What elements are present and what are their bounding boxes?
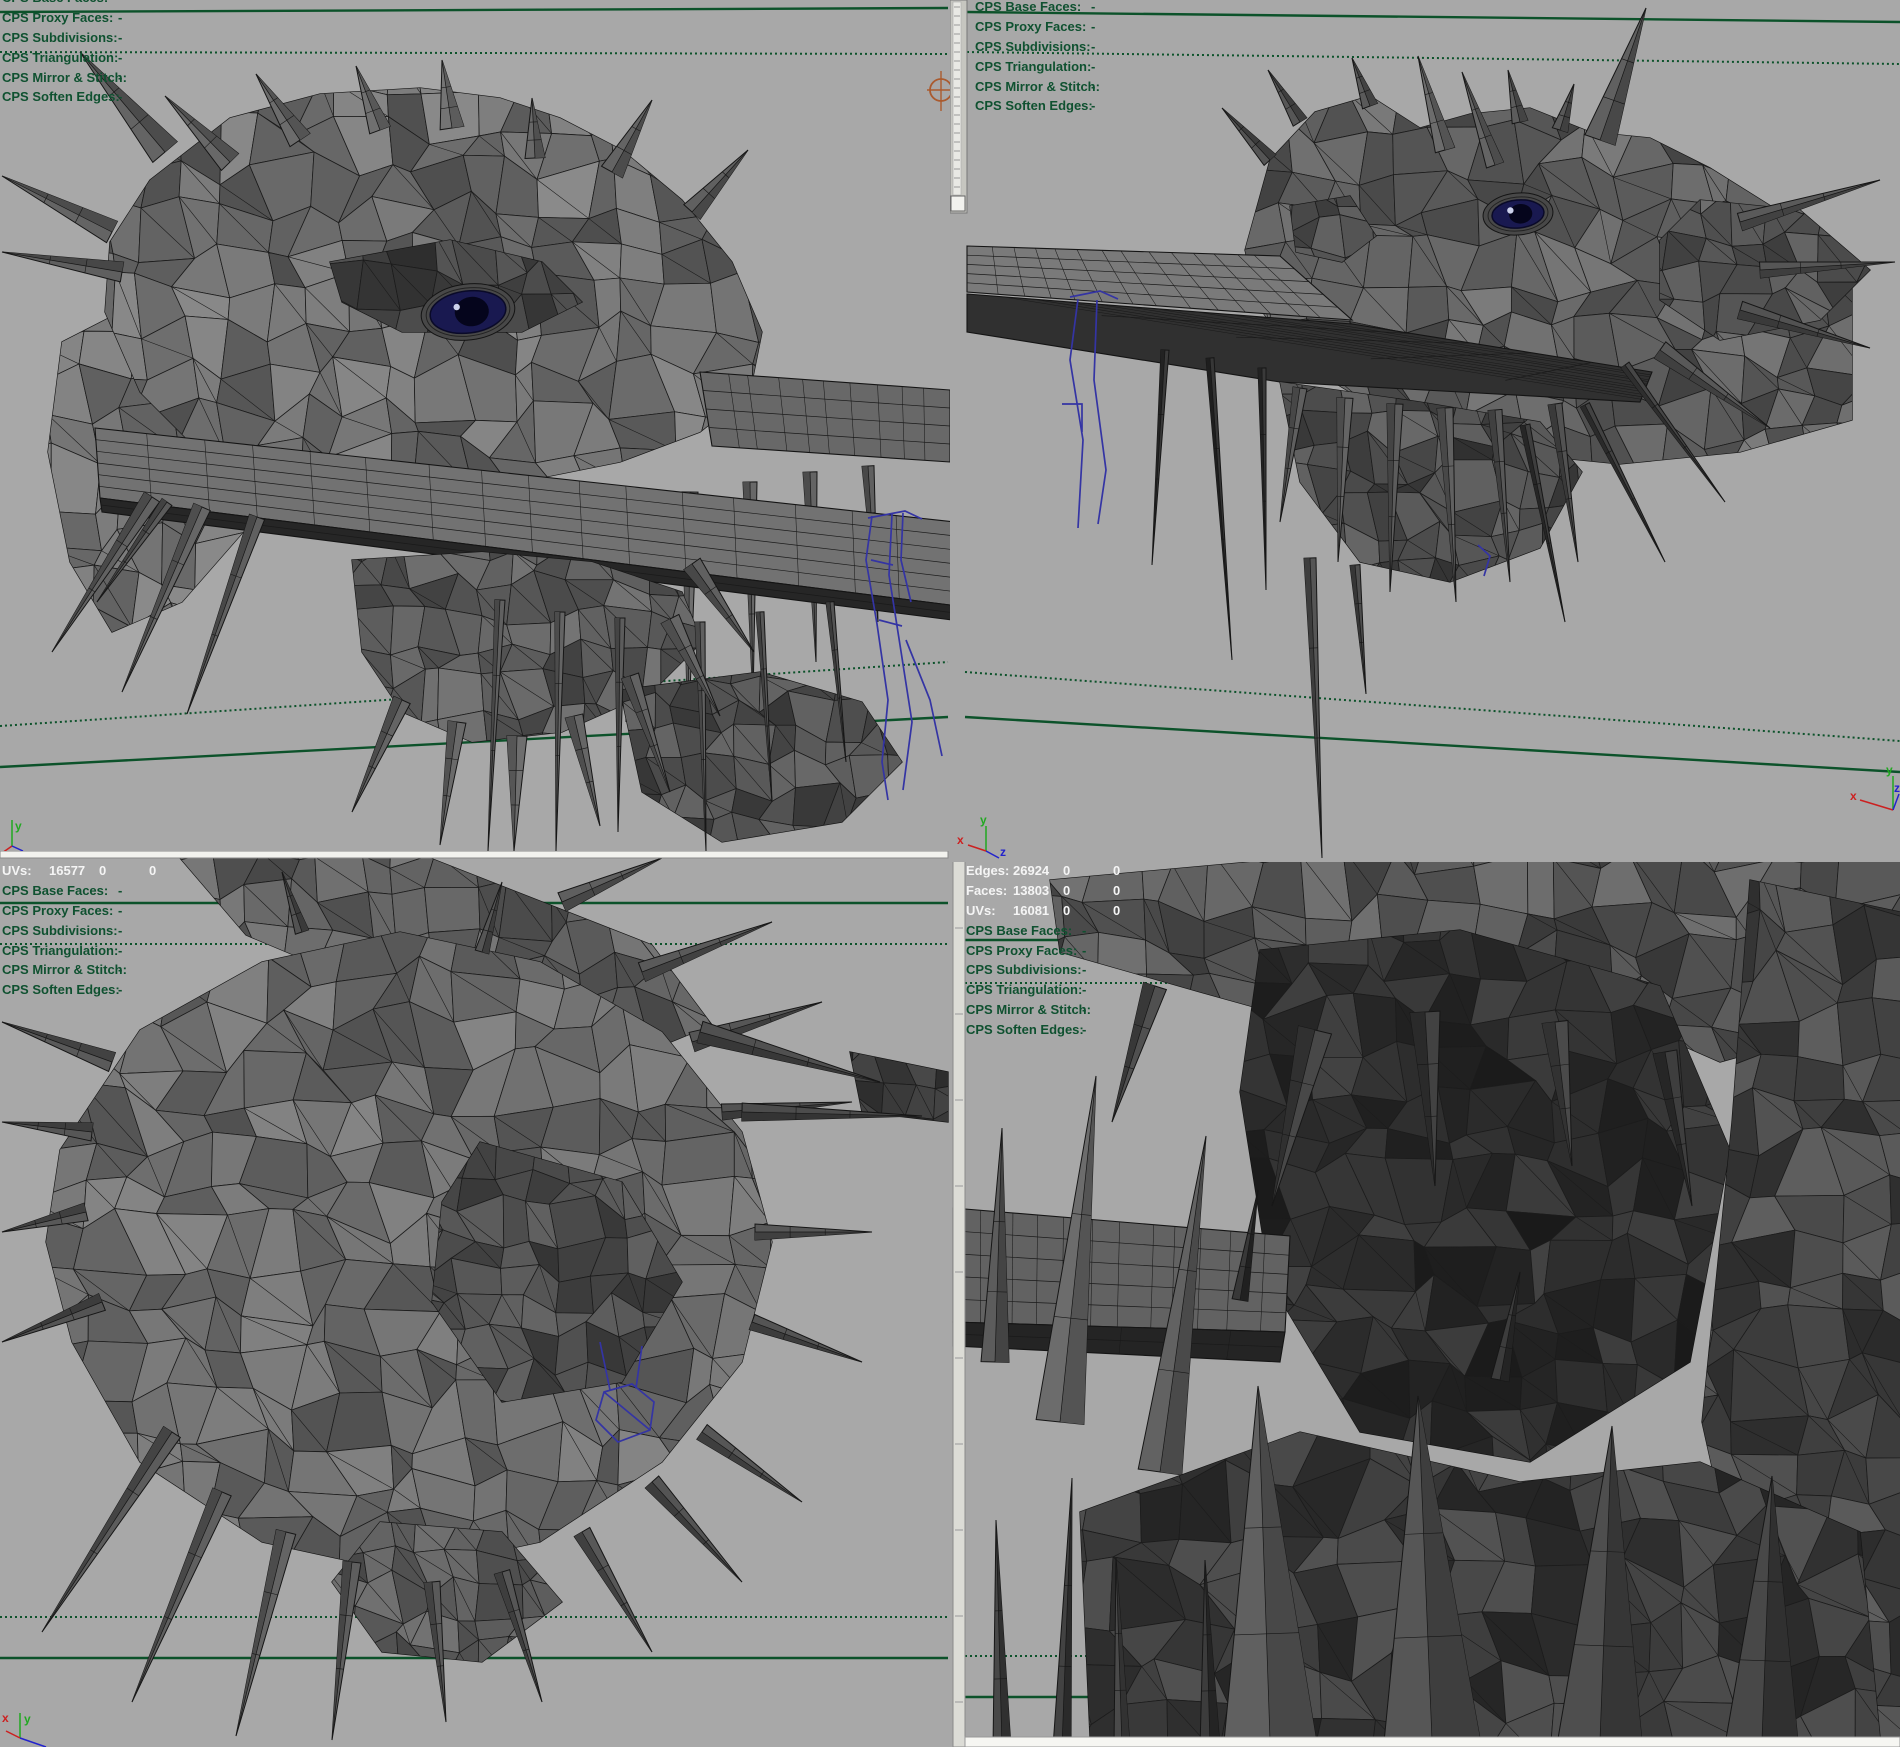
hud-row: CPS Soften Edges: - bbox=[2, 980, 422, 1000]
hud-row: UVs: 16081 0 0 bbox=[966, 901, 1386, 921]
axis-label-z: z bbox=[1000, 845, 1006, 859]
hud-row: CPS Subdivisions: - bbox=[2, 28, 422, 48]
viewport-scene-top-left: y bbox=[0, 0, 950, 851]
hud-row: CPS Base Faces: - bbox=[2, 0, 422, 8]
hud-row: CPS Triangulation: - bbox=[2, 48, 422, 68]
axis-label-x: x bbox=[1850, 789, 1857, 803]
viewport-scene-top-right: yxzyxz bbox=[950, 0, 1900, 862]
viewport-bottom-left-top-view[interactable]: y x UVs: 16577 0 0 CPS Base Faces: - bbox=[0, 851, 950, 1747]
hud-row: CPS Proxy Faces: - bbox=[2, 901, 422, 921]
maya-viewport-composite: y CPS Base Faces: - CPS Proxy Faces: - bbox=[0, 0, 1900, 1747]
hud-bottom-right: Edges: 26924 0 0 Faces: 13803 0 0 UVs: 1… bbox=[966, 862, 1386, 1040]
hud-row: CPS Mirror & Stitch: - bbox=[2, 68, 422, 88]
hud-row: CPS Mirror & Stitch: - bbox=[975, 77, 1395, 97]
hud-bottom-left: UVs: 16577 0 0 CPS Base Faces: - CPS Pro… bbox=[2, 861, 422, 1000]
window-bottom-border bbox=[965, 1737, 1900, 1747]
hud-row: CPS Subdivisions: - bbox=[975, 37, 1395, 57]
hud-row: Faces: 13803 0 0 bbox=[966, 881, 1386, 901]
hud-row: CPS Subdivisions: - bbox=[966, 960, 1386, 980]
axis-label-x: x bbox=[957, 833, 964, 847]
viewport-top-right-perspective[interactable]: yxzyxz CPS Base Faces: - CPS Proxy Faces… bbox=[950, 0, 1900, 862]
axis-label-y: y bbox=[24, 1712, 31, 1726]
hud-row: CPS Triangulation: - bbox=[975, 57, 1395, 77]
viewport-bottom-right-mouth-closeup[interactable]: Edges: 26924 0 0 Faces: 13803 0 0 UVs: 1… bbox=[950, 862, 1900, 1747]
window-left-border bbox=[953, 862, 965, 1747]
hud-row: CPS Proxy Faces: - bbox=[966, 941, 1386, 961]
hud-row: CPS Base Faces: - bbox=[2, 881, 422, 901]
hud-row: CPS Base Faces: - bbox=[975, 0, 1395, 17]
viewport-top-left-perspective[interactable]: y CPS Base Faces: - CPS Proxy Faces: - bbox=[0, 0, 950, 851]
window-top-border bbox=[0, 851, 948, 858]
hud-row: CPS Soften Edges: - bbox=[975, 96, 1395, 116]
scrollbar-thumb[interactable] bbox=[951, 196, 965, 211]
hud-row: CPS Soften Edges: - bbox=[966, 1020, 1386, 1040]
hud-row: CPS Triangulation: - bbox=[2, 941, 422, 961]
hud-row: CPS Soften Edges: - bbox=[2, 87, 422, 107]
hud-row: UVs: 16577 0 0 bbox=[2, 861, 422, 881]
axis-label-y: y bbox=[15, 819, 22, 833]
window-scrollbar[interactable] bbox=[950, 0, 967, 213]
axis-label-x: x bbox=[2, 1711, 9, 1725]
hud-row: CPS Mirror & Stitch: - bbox=[2, 960, 422, 980]
axis-label-y: y bbox=[980, 813, 987, 827]
hud-row: CPS Base Faces: - bbox=[966, 921, 1386, 941]
hud-row: CPS Subdivisions: - bbox=[2, 921, 422, 941]
hud-row: CPS Mirror & Stitch: - bbox=[966, 1000, 1386, 1020]
hud-row: Edges: 26924 0 0 bbox=[966, 862, 1386, 881]
hud-top-right: CPS Base Faces: - CPS Proxy Faces: - CPS… bbox=[975, 0, 1395, 116]
axis-label-y: y bbox=[1886, 763, 1893, 777]
hud-row: CPS Proxy Faces: - bbox=[975, 17, 1395, 37]
hud-row: CPS Proxy Faces: - bbox=[2, 8, 422, 28]
hud-row: CPS Triangulation: - bbox=[966, 980, 1386, 1000]
hud-top-left: CPS Base Faces: - CPS Proxy Faces: - CPS… bbox=[2, 0, 422, 107]
axis-label-z: z bbox=[1894, 781, 1900, 795]
